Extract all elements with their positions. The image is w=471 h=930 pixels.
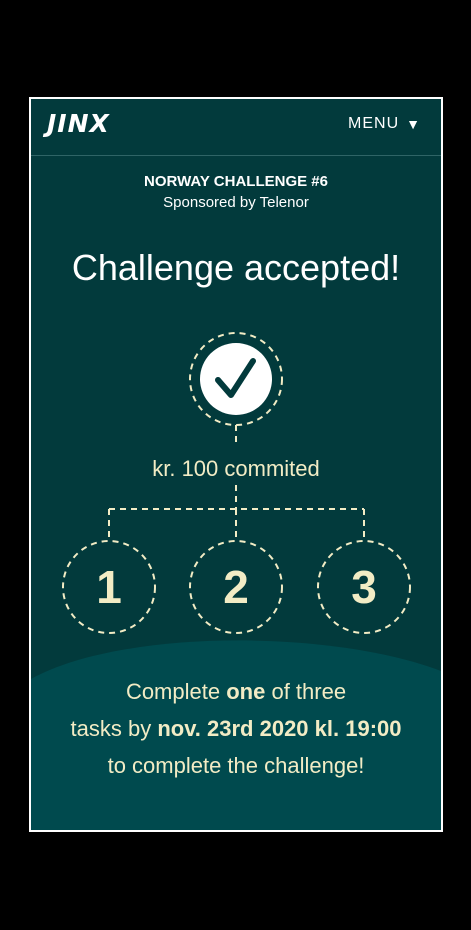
connector-lines: [108, 425, 365, 541]
committed-amount: kr. 100 commited: [152, 456, 320, 481]
instructions-line-1: Complete one of three: [125, 679, 347, 704]
instructions-line-2: tasks by nov. 23rd 2020 kl. 19:00: [70, 716, 402, 741]
instructions-text: Complete one of three tasks by nov. 23rd…: [31, 673, 441, 784]
task-number-2: 2: [223, 561, 249, 613]
phone-frame: JINX MENU ▼ NORWAY CHALLENGE #6 Sponsore…: [29, 97, 443, 832]
task-number-3: 3: [351, 561, 377, 613]
emphasis-one: one: [226, 679, 266, 704]
task-number-1: 1: [96, 561, 122, 613]
task-option-3[interactable]: 3: [317, 540, 411, 634]
task-option-1[interactable]: 1: [62, 540, 156, 634]
instructions-line-3: to complete the challenge!: [107, 753, 365, 778]
task-option-2[interactable]: 2: [189, 540, 283, 634]
deadline: nov. 23rd 2020 kl. 19:00: [157, 716, 402, 741]
status-check: [189, 332, 283, 426]
